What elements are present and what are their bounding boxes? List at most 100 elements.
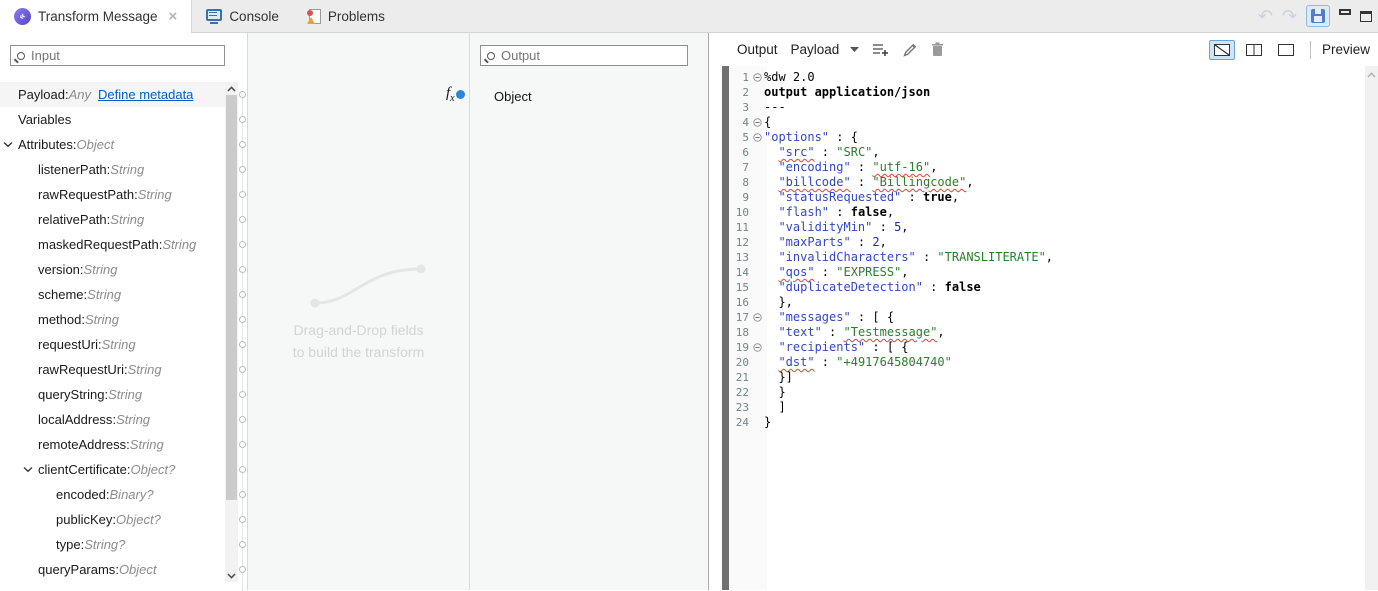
output-search-field[interactable] <box>501 48 681 63</box>
input-scrollbar[interactable] <box>225 82 238 582</box>
mapping-anchor-icon[interactable] <box>239 466 246 473</box>
fold-collapse-icon[interactable] <box>750 118 764 127</box>
maximize-button[interactable] <box>1360 11 1372 22</box>
code-line-17[interactable]: 17 "messages" : [ { <box>729 310 1364 325</box>
code-line-10[interactable]: 10 "flash" : false, <box>729 205 1364 220</box>
code-line-23[interactable]: 23 ] <box>729 400 1364 415</box>
mapping-anchor-icon[interactable] <box>239 566 246 573</box>
code-line-15[interactable]: 15 "duplicateDetection" : false <box>729 280 1364 295</box>
mapping-anchor-icon[interactable] <box>239 216 246 223</box>
mapping-anchor-icon[interactable] <box>239 541 246 548</box>
code-line-3[interactable]: 3--- <box>729 100 1364 115</box>
tree-row-relativepath[interactable]: relativePath : String <box>0 207 225 232</box>
code-line-20[interactable]: 20 "dst" : "+4917645804740" <box>729 355 1364 370</box>
mapping-anchor-icon[interactable] <box>239 391 246 398</box>
add-transform-icon[interactable] <box>872 42 889 57</box>
tree-row-querystring[interactable]: queryString : String <box>0 382 225 407</box>
output-search[interactable] <box>480 45 688 66</box>
tree-row-maskedrequestpath[interactable]: maskedRequestPath : String <box>0 232 225 257</box>
mapping-anchor-icon[interactable] <box>239 141 246 148</box>
tab-problems[interactable]: Problems <box>293 0 399 32</box>
mapping-anchor-icon[interactable] <box>239 316 246 323</box>
mapping-anchor-icon[interactable] <box>239 291 246 298</box>
mapping-anchor-icon[interactable] <box>239 341 246 348</box>
chevron-down-icon[interactable] <box>850 47 859 52</box>
fold-collapse-icon[interactable] <box>750 73 764 82</box>
tree-row-publickey[interactable]: publicKey : Object? <box>0 507 225 532</box>
scroll-up-icon[interactable] <box>225 82 238 95</box>
define-metadata-link[interactable]: Define metadata <box>98 87 193 102</box>
tree-row-localaddress[interactable]: localAddress : String <box>0 407 225 432</box>
tree-row-rawrequesturi[interactable]: rawRequestUri : String <box>0 357 225 382</box>
save-button[interactable] <box>1306 5 1330 27</box>
tree-row-method[interactable]: method : String <box>0 307 225 332</box>
tab-transform-message[interactable]: « Transform Message × <box>0 0 192 33</box>
code-line-2[interactable]: 2output application/json <box>729 85 1364 100</box>
mapping-anchor-icon[interactable] <box>239 166 246 173</box>
fold-collapse-icon[interactable] <box>750 313 764 322</box>
code-line-22[interactable]: 22 } <box>729 385 1364 400</box>
code-line-13[interactable]: 13 "invalidCharacters" : "TRANSLITERATE"… <box>729 250 1364 265</box>
input-search[interactable] <box>10 45 225 66</box>
tree-row-requesturi[interactable]: requestUri : String <box>0 332 225 357</box>
undo-icon[interactable]: ↶ <box>1258 7 1273 25</box>
mapping-anchor-icon[interactable] <box>239 116 246 123</box>
code-line-4[interactable]: 4{ <box>729 115 1364 130</box>
edit-pencil-icon[interactable] <box>902 42 918 58</box>
chevron-down-icon[interactable] <box>23 466 38 473</box>
delete-trash-icon[interactable] <box>931 42 944 57</box>
code-line-7[interactable]: 7 "encoding" : "utf-16", <box>729 160 1364 175</box>
tab-console[interactable]: Console <box>192 0 293 32</box>
tree-row-listenerpath[interactable]: listenerPath : String <box>0 157 225 182</box>
chevron-down-icon[interactable] <box>3 141 18 148</box>
mapping-anchor-icon[interactable] <box>239 491 246 498</box>
input-search-field[interactable] <box>31 48 218 63</box>
scroll-down-icon[interactable] <box>225 569 238 582</box>
code-line-12[interactable]: 12 "maxParts" : 2, <box>729 235 1364 250</box>
tree-row-type[interactable]: type : String? <box>0 532 225 557</box>
redo-icon[interactable]: ↷ <box>1282 7 1297 25</box>
tree-row-rawrequestpath[interactable]: rawRequestPath : String <box>0 182 225 207</box>
code-line-8[interactable]: 8 "billcode" : "Billingcode", <box>729 175 1364 190</box>
mapping-anchor-icon[interactable] <box>239 91 246 98</box>
fx-mapping-badge[interactable]: fx <box>446 85 465 104</box>
tree-row-encoded[interactable]: encoded : Binary? <box>0 482 225 507</box>
code-line-9[interactable]: 9 "statusRequested" : true, <box>729 190 1364 205</box>
code-line-1[interactable]: 1%dw 2.0 <box>729 70 1364 85</box>
tree-row-remoteaddress[interactable]: remoteAddress : String <box>0 432 225 457</box>
mapping-anchor-icon[interactable] <box>239 191 246 198</box>
minimize-button[interactable] <box>1339 9 1351 15</box>
scrollbar-thumb[interactable] <box>226 95 237 500</box>
code-line-18[interactable]: 18 "text" : "Testmessage", <box>729 325 1364 340</box>
preview-button[interactable]: Preview <box>1322 42 1370 57</box>
mapping-anchor-icon[interactable] <box>239 366 246 373</box>
tree-row-clientcertificate[interactable]: clientCertificate : Object? <box>0 457 225 482</box>
tree-row-queryparams[interactable]: queryParams : Object <box>0 557 225 582</box>
mapping-anchor-icon[interactable] <box>239 516 246 523</box>
code-area[interactable]: 1%dw 2.02output application/json3---4{5"… <box>729 70 1364 430</box>
scroll-up-icon[interactable] <box>1365 68 1378 81</box>
code-line-14[interactable]: 14 "qos" : "EXPRESS", <box>729 265 1364 280</box>
code-line-24[interactable]: 24} <box>729 415 1364 430</box>
code-line-6[interactable]: 6 "src" : "SRC", <box>729 145 1364 160</box>
mapping-canvas[interactable]: Drag-and-Drop fields to build the transf… <box>247 33 470 590</box>
mapping-anchor-icon[interactable] <box>239 266 246 273</box>
layout-columns-button[interactable] <box>1241 40 1267 60</box>
output-root-object[interactable]: Object <box>494 84 532 109</box>
fold-collapse-icon[interactable] <box>750 343 764 352</box>
tree-row-scheme[interactable]: scheme : String <box>0 282 225 307</box>
tree-row-payload[interactable]: Payload : AnyDefine metadata <box>0 82 225 107</box>
fold-collapse-icon[interactable] <box>750 133 764 142</box>
tree-row-attributes[interactable]: Attributes : Object <box>0 132 225 157</box>
layout-single-button[interactable] <box>1273 40 1299 60</box>
code-line-11[interactable]: 11 "validityMin" : 5, <box>729 220 1364 235</box>
editor-payload-selector[interactable]: Payload <box>791 42 840 57</box>
code-line-21[interactable]: 21 }] <box>729 370 1364 385</box>
mapping-anchor-icon[interactable] <box>239 441 246 448</box>
mapping-anchor-icon[interactable] <box>239 416 246 423</box>
layout-split-button[interactable] <box>1209 40 1235 60</box>
mapping-anchor-icon[interactable] <box>239 241 246 248</box>
code-line-16[interactable]: 16 }, <box>729 295 1364 310</box>
code-line-19[interactable]: 19 "recipients" : [ { <box>729 340 1364 355</box>
code-line-5[interactable]: 5"options" : { <box>729 130 1364 145</box>
